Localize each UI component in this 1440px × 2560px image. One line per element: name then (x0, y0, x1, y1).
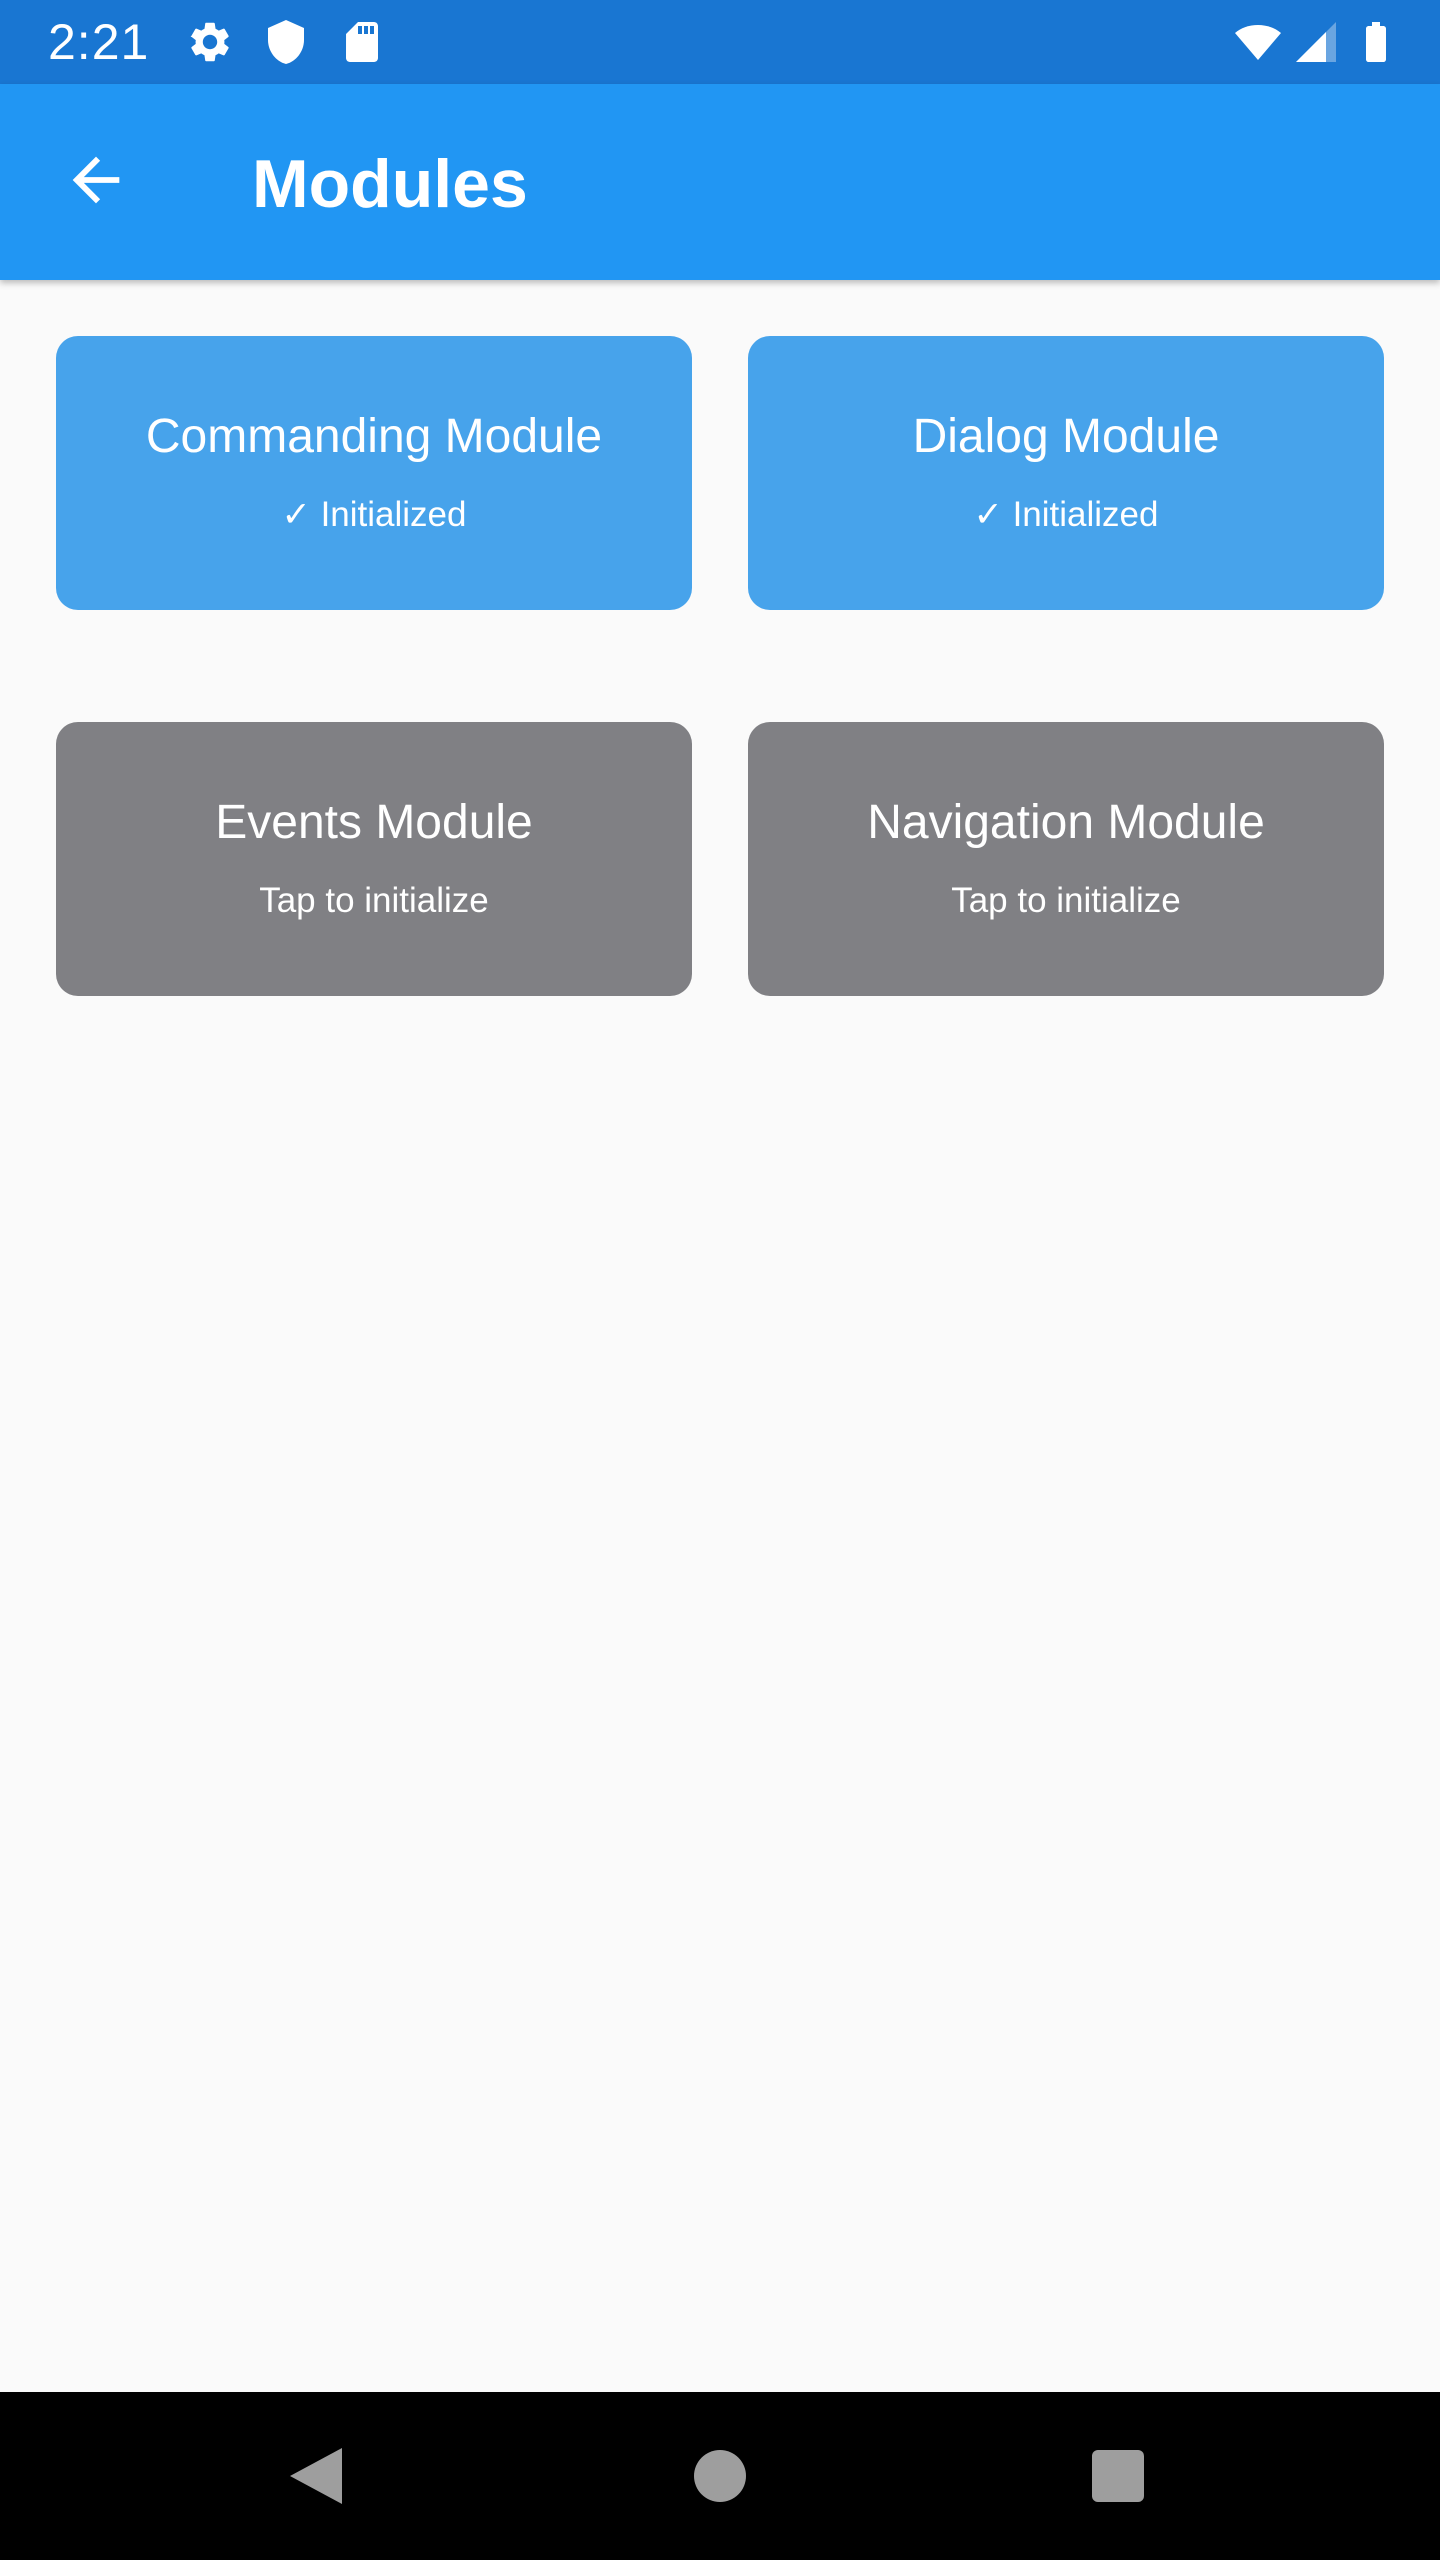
nav-recents-button[interactable] (1074, 2432, 1162, 2520)
module-tile-navigation[interactable]: Navigation Module Tap to initialize (748, 722, 1384, 996)
status-time: 2:21 (48, 14, 150, 70)
gear-icon (186, 18, 234, 66)
module-status: ✓ Initialized (281, 495, 467, 534)
module-title: Navigation Module (867, 796, 1265, 849)
status-bar: 2:21 (0, 0, 1440, 84)
module-status: Tap to initialize (951, 881, 1181, 920)
system-nav-bar (0, 2392, 1440, 2560)
nav-home-button[interactable] (676, 2432, 764, 2520)
shield-icon (262, 18, 310, 66)
cell-signal-icon (1292, 18, 1340, 66)
wifi-icon (1230, 18, 1286, 66)
back-button[interactable] (40, 124, 152, 236)
module-title: Dialog Module (912, 410, 1220, 463)
recents-square-icon (1092, 2450, 1144, 2502)
module-tile-events[interactable]: Events Module Tap to initialize (56, 722, 692, 996)
module-status: ✓ Initialized (973, 495, 1159, 534)
battery-icon (1352, 18, 1400, 66)
module-tile-dialog[interactable]: Dialog Module ✓ Initialized (748, 336, 1384, 610)
nav-back-button[interactable] (274, 2432, 362, 2520)
home-circle-icon (694, 2450, 746, 2502)
back-triangle-icon (290, 2448, 342, 2504)
app-bar: Modules (0, 84, 1440, 280)
module-tile-commanding[interactable]: Commanding Module ✓ Initialized (56, 336, 692, 610)
module-title: Events Module (215, 796, 533, 849)
module-title: Commanding Module (145, 410, 603, 463)
sd-card-icon (338, 18, 386, 66)
module-status: Tap to initialize (259, 881, 489, 920)
page-title: Modules (252, 146, 528, 222)
arrow-back-icon (72, 156, 120, 204)
